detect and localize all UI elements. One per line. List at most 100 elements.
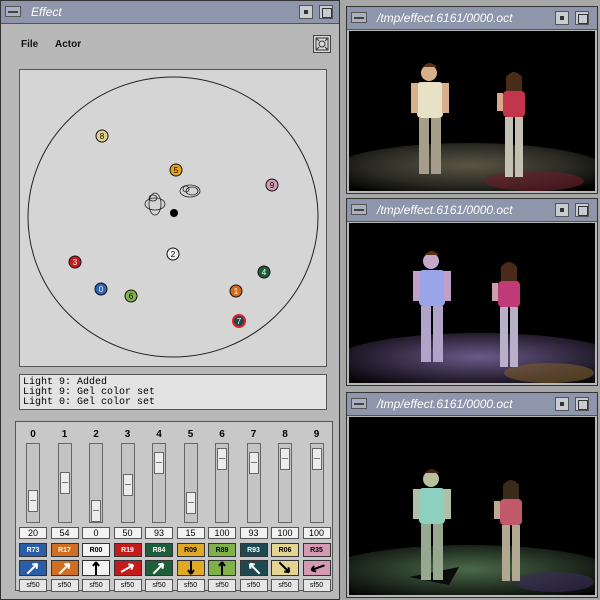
window-menu-icon[interactable] <box>351 12 367 23</box>
maximize-icon[interactable] <box>575 203 589 217</box>
intensity-slider[interactable] <box>278 443 292 523</box>
slider-thumb[interactable] <box>59 471 70 494</box>
intensity-slider[interactable] <box>120 443 135 523</box>
stage-light-7[interactable]: 7 <box>232 314 246 328</box>
intensity-value[interactable]: 100 <box>302 527 331 539</box>
gel-color-button[interactable]: R89 <box>208 543 236 557</box>
render-titlebar[interactable]: /tmp/effect.6161/0000.oct <box>347 7 597 30</box>
intensity-value[interactable]: 54 <box>50 527 79 539</box>
gel-color-button[interactable]: R00 <box>82 543 110 557</box>
render-titlebar[interactable]: /tmp/effect.6161/0000.oct <box>347 199 597 222</box>
intensity-value[interactable]: 100 <box>271 527 299 539</box>
actor-figure-right[interactable] <box>179 184 201 198</box>
spread-button[interactable]: sf50 <box>82 579 110 592</box>
stage-plot[interactable]: 0 1 2 3 4 5 6 7 8 9 <box>20 70 326 366</box>
intensity-value[interactable]: 15 <box>176 527 205 539</box>
spread-button[interactable]: sf50 <box>176 579 205 592</box>
maximize-icon[interactable] <box>319 5 333 19</box>
stage-light-8[interactable]: 8 <box>95 129 109 143</box>
window-menu-icon[interactable] <box>351 204 367 215</box>
intensity-slider[interactable] <box>89 443 103 523</box>
direction-button[interactable] <box>82 560 110 576</box>
minimize-icon[interactable] <box>555 11 569 25</box>
intensity-slider[interactable] <box>246 443 261 523</box>
minimize-icon[interactable] <box>555 203 569 217</box>
lens-icon[interactable] <box>313 35 331 53</box>
minimize-icon[interactable] <box>555 397 569 411</box>
intensity-value[interactable]: 20 <box>19 527 47 539</box>
direction-button[interactable] <box>302 560 331 576</box>
stage-light-1[interactable]: 1 <box>229 284 243 298</box>
stage-view[interactable]: 0 1 2 3 4 5 6 7 8 9 <box>19 69 327 367</box>
menu-actor[interactable]: Actor <box>55 39 81 50</box>
window-menu-icon[interactable] <box>5 6 21 17</box>
render-titlebar[interactable]: /tmp/effect.6161/0000.oct <box>347 393 597 416</box>
spread-button[interactable]: sf50 <box>113 579 142 592</box>
direction-button[interactable] <box>208 560 236 576</box>
intensity-slider[interactable] <box>309 443 324 523</box>
spread-button[interactable]: sf50 <box>208 579 236 592</box>
gel-color-button[interactable]: R35 <box>302 543 331 557</box>
intensity-value[interactable]: 50 <box>113 527 142 539</box>
slider-thumb[interactable] <box>280 448 290 470</box>
stage-center-marker <box>170 209 178 217</box>
direction-button[interactable] <box>271 560 299 576</box>
spread-button[interactable]: sf50 <box>302 579 331 592</box>
minimize-icon[interactable] <box>299 5 313 19</box>
slider-thumb[interactable] <box>217 448 227 470</box>
direction-button[interactable] <box>145 560 173 576</box>
direction-button[interactable] <box>19 560 47 576</box>
intensity-slider[interactable] <box>26 443 40 523</box>
intensity-slider[interactable] <box>152 443 166 523</box>
actor-figure-left[interactable] <box>144 192 166 216</box>
slider-thumb[interactable] <box>122 474 133 496</box>
effect-titlebar[interactable]: Effect <box>1 1 339 24</box>
window-menu-icon[interactable] <box>351 398 367 409</box>
gel-color-button[interactable]: R84 <box>145 543 173 557</box>
spread-button[interactable]: sf50 <box>19 579 47 592</box>
spread-button[interactable]: sf50 <box>50 579 79 592</box>
intensity-value[interactable]: 93 <box>145 527 173 539</box>
stage-light-3[interactable]: 3 <box>68 255 82 269</box>
spread-button[interactable]: sf50 <box>271 579 299 592</box>
stage-light-0[interactable]: 0 <box>94 282 108 296</box>
menu-file[interactable]: File <box>21 39 38 50</box>
gel-color-button[interactable]: R17 <box>50 543 79 557</box>
spread-button[interactable]: sf50 <box>145 579 173 592</box>
spread-button[interactable]: sf50 <box>239 579 268 592</box>
stage-light-4[interactable]: 4 <box>257 265 271 279</box>
slider-thumb[interactable] <box>185 492 196 515</box>
stage-light-5[interactable]: 5 <box>169 163 183 177</box>
intensity-value[interactable]: 100 <box>208 527 236 539</box>
gel-color-button[interactable]: R73 <box>19 543 47 557</box>
stage-light-9[interactable]: 9 <box>265 178 279 192</box>
slider-thumb[interactable] <box>248 451 259 474</box>
stage-light-label: 9 <box>270 181 275 190</box>
intensity-value[interactable]: 0 <box>82 527 110 539</box>
channel-2: 2 0 R00 sf50 <box>81 429 111 592</box>
direction-button[interactable] <box>113 560 142 576</box>
gel-color-button[interactable]: R06 <box>271 543 299 557</box>
direction-button[interactable] <box>239 560 268 576</box>
slider-thumb[interactable] <box>311 448 322 470</box>
slider-thumb[interactable] <box>28 489 38 512</box>
render-image-1 <box>349 31 595 191</box>
maximize-icon[interactable] <box>575 11 589 25</box>
intensity-slider[interactable] <box>183 443 198 523</box>
menubar: File Actor <box>7 29 333 53</box>
slider-thumb[interactable] <box>91 500 101 522</box>
channel-number: 7 <box>250 429 257 440</box>
maximize-icon[interactable] <box>575 397 589 411</box>
intensity-value[interactable]: 93 <box>239 527 268 539</box>
gel-color-button[interactable]: R09 <box>176 543 205 557</box>
gel-color-button[interactable]: R93 <box>239 543 268 557</box>
intensity-slider[interactable] <box>57 443 72 523</box>
stage-light-6[interactable]: 6 <box>124 289 138 303</box>
slider-thumb[interactable] <box>154 451 164 474</box>
channel-number: 6 <box>219 429 225 440</box>
stage-light-2[interactable]: 2 <box>166 247 180 261</box>
intensity-slider[interactable] <box>215 443 229 523</box>
direction-button[interactable] <box>176 560 205 576</box>
direction-button[interactable] <box>50 560 79 576</box>
gel-color-button[interactable]: R19 <box>113 543 142 557</box>
